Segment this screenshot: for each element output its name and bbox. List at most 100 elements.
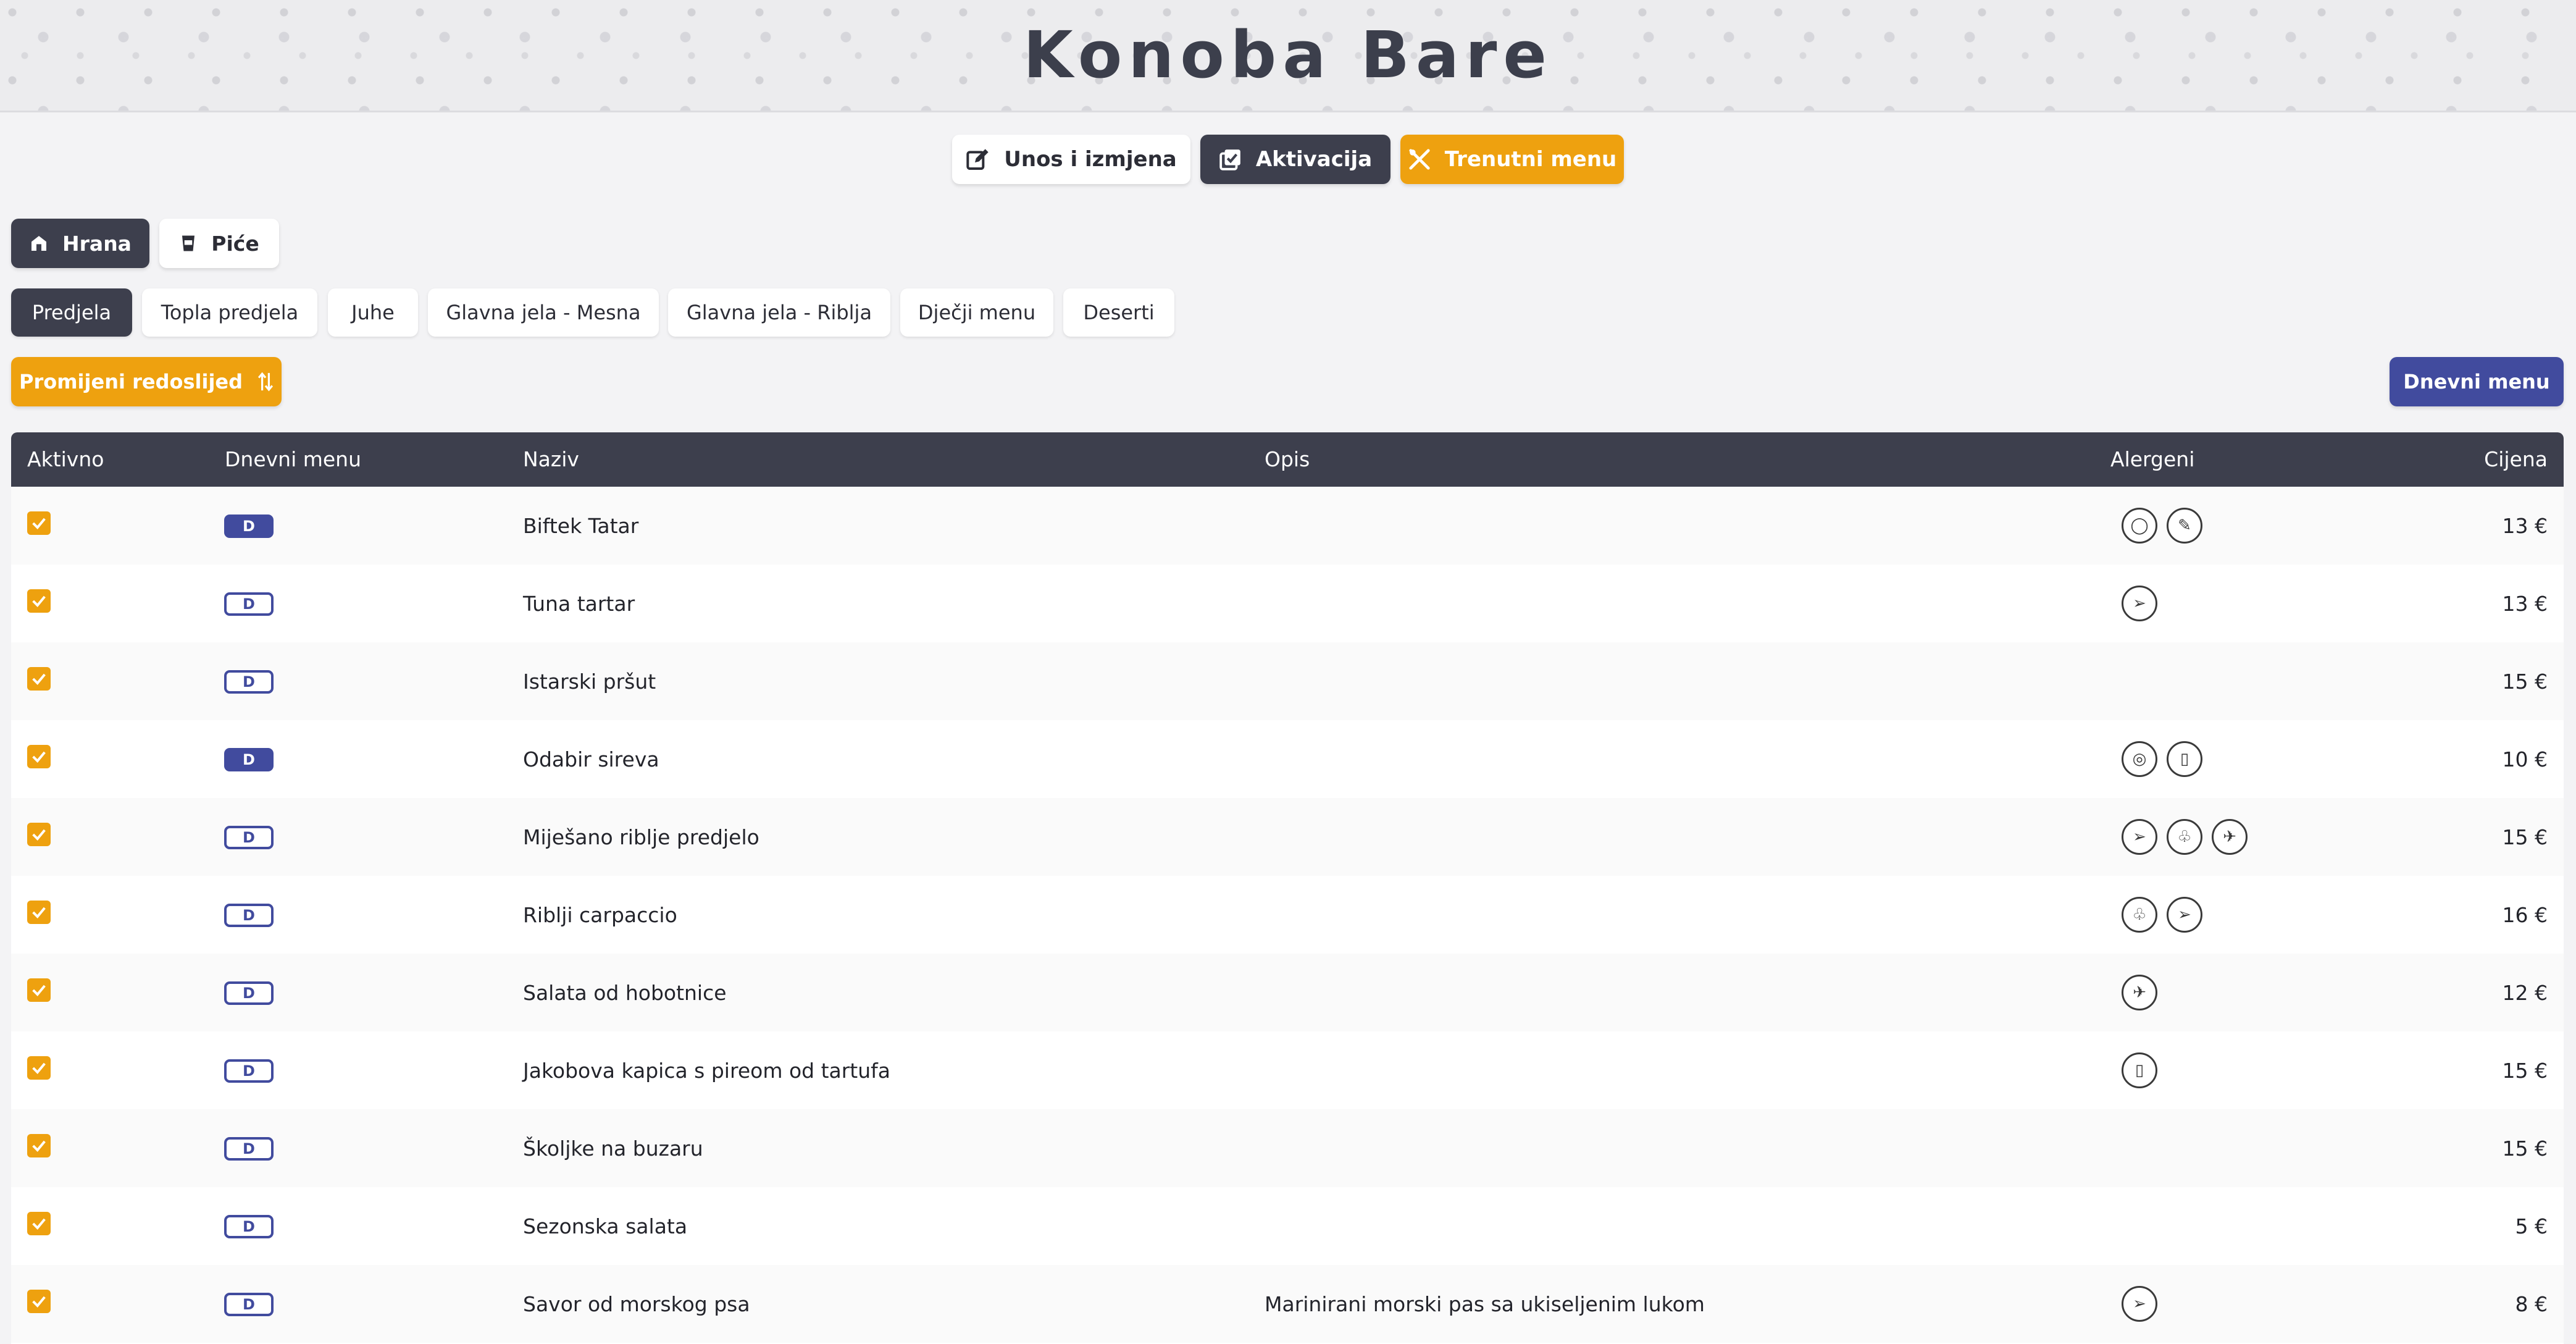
current-menu-button[interactable]: Trenutni menu: [1400, 135, 1624, 184]
edit-icon: [966, 149, 989, 170]
tab-deserti-label: Deserti: [1083, 301, 1155, 324]
tab-topla-predjela[interactable]: Topla predjela: [142, 288, 317, 337]
daily-menu-toggle[interactable]: D: [224, 1215, 274, 1238]
drink-icon: [182, 235, 195, 251]
item-name: Savor od morskog psa: [523, 1292, 750, 1316]
allergen-list: ➢ ♧ ✈: [2122, 819, 2257, 855]
item-name: Istarski pršut: [523, 670, 656, 694]
tab-food-label: Hrana: [62, 231, 132, 256]
daily-menu-toggle[interactable]: D: [224, 1059, 274, 1083]
mollusc-icon: ✈: [2212, 819, 2248, 855]
header-name: Naziv: [523, 447, 579, 471]
item-price: 13 €: [2502, 592, 2548, 616]
item-price: 5 €: [2515, 1214, 2548, 1238]
tab-djecji-menu-label: Dječji menu: [918, 301, 1036, 324]
daily-menu-toggle[interactable]: D: [224, 1137, 274, 1161]
checkmark-icon: [32, 985, 46, 996]
checkmark-icon: [32, 907, 46, 918]
tab-glavna-jela-mesna[interactable]: Glavna jela - Mesna: [428, 288, 659, 337]
fish-icon: ➢: [2122, 1286, 2157, 1322]
active-checkbox[interactable]: [27, 1290, 51, 1313]
item-name: Riblji carpaccio: [523, 903, 677, 927]
daily-menu-toggle[interactable]: D: [224, 514, 274, 538]
checkmark-icon: [32, 1140, 46, 1152]
table-row: D Odabir sireva ◎ ▯ 10 €: [11, 720, 2564, 798]
header-allergens: Alergeni: [2110, 447, 2195, 471]
tab-glavna-jela-riblja-label: Glavna jela - Riblja: [686, 301, 872, 324]
food-icon: [31, 236, 47, 251]
tab-glavna-jela-riblja[interactable]: Glavna jela - Riblja: [668, 288, 890, 337]
header-active: Aktivno: [27, 447, 104, 471]
fish-icon: ➢: [2167, 897, 2202, 933]
tab-topla-predjela-label: Topla predjela: [161, 301, 299, 324]
active-checkbox[interactable]: [27, 511, 51, 535]
active-checkbox[interactable]: [27, 823, 51, 846]
checkmark-icon: [32, 751, 46, 763]
item-price: 15 €: [2502, 1136, 2548, 1161]
tab-djecji-menu[interactable]: Dječji menu: [900, 288, 1053, 337]
cutlery-icon: [1409, 149, 1430, 170]
table-row: D Tuna tartar ➢ 13 €: [11, 565, 2564, 642]
active-checkbox[interactable]: [27, 1134, 51, 1157]
checkmark-icon: [32, 1218, 46, 1230]
active-checkbox[interactable]: [27, 745, 51, 768]
item-description: Marinirani morski pas sa ukiseljenim luk…: [1265, 1292, 1705, 1316]
checkmark-icon: [32, 673, 46, 685]
active-checkbox[interactable]: [27, 901, 51, 924]
table-row: D Istarski pršut 15 €: [11, 642, 2564, 720]
item-price: 15 €: [2502, 1059, 2548, 1083]
milk-icon: ▯: [2167, 741, 2202, 777]
active-checkbox[interactable]: [27, 978, 51, 1002]
active-checkbox[interactable]: [27, 1056, 51, 1080]
active-checkbox[interactable]: [27, 589, 51, 613]
edit-button[interactable]: Unos i izmjena: [952, 135, 1190, 184]
daily-menu-toggle[interactable]: D: [224, 1293, 274, 1316]
checkmark-icon: [32, 1296, 46, 1308]
tab-juhe[interactable]: Juhe: [328, 288, 418, 337]
daily-menu-button[interactable]: Dnevni menu: [2390, 357, 2564, 406]
crustacean-icon: ♧: [2122, 897, 2157, 933]
item-price: 15 €: [2502, 670, 2548, 694]
tab-food[interactable]: Hrana: [11, 219, 149, 268]
item-name: Školjke na buzaru: [523, 1136, 703, 1161]
activation-button[interactable]: Aktivacija: [1200, 135, 1390, 184]
item-name: Sezonska salata: [523, 1214, 688, 1238]
checkmark-icon: [32, 829, 46, 841]
table-row: D Savor od morskog psa Marinirani morski p…: [11, 1265, 2564, 1343]
table-header: Aktivno Dnevni menu Naziv Opis Alergeni …: [11, 432, 2564, 487]
allergen-list: ◎ ▯: [2122, 741, 2212, 777]
reorder-button[interactable]: Promijeni redoslijed: [11, 357, 282, 406]
tab-predjela[interactable]: Predjela: [11, 288, 132, 337]
item-name: Odabir sireva: [523, 747, 659, 771]
header-description: Opis: [1265, 447, 1310, 471]
table-row: D Školjke na buzaru 15 €: [11, 1109, 2564, 1187]
active-checkbox[interactable]: [27, 667, 51, 691]
daily-menu-toggle[interactable]: D: [224, 670, 274, 694]
fish-icon: ➢: [2122, 819, 2157, 855]
item-name: Jakobova kapica s pireom od tartufa: [523, 1059, 890, 1083]
active-checkbox[interactable]: [27, 1212, 51, 1235]
tab-juhe-label: Juhe: [351, 301, 395, 324]
daily-menu-toggle[interactable]: D: [224, 826, 274, 849]
table-row: D Riblji carpaccio ♧ ➢ 16 €: [11, 876, 2564, 954]
allergen-list: ➢: [2122, 1286, 2167, 1322]
crustacean-icon: ♧: [2167, 819, 2202, 855]
daily-menu-toggle[interactable]: D: [224, 748, 274, 771]
header-daily: Dnevni menu: [225, 447, 362, 471]
edit-button-label: Unos i izmjena: [1004, 147, 1177, 172]
item-price: 16 €: [2502, 903, 2548, 927]
daily-menu-toggle[interactable]: D: [224, 904, 274, 927]
checkmark-icon: [32, 518, 46, 529]
milk-icon: ▯: [2122, 1052, 2157, 1088]
app-title: Konoba Bare: [1023, 17, 1553, 93]
daily-menu-toggle[interactable]: D: [224, 592, 274, 616]
daily-menu-toggle[interactable]: D: [224, 981, 274, 1005]
table-row: D Biftek Tatar ◯ ✎ 13 €: [11, 487, 2564, 565]
tab-predjela-label: Predjela: [31, 301, 112, 324]
item-name: Biftek Tatar: [523, 514, 639, 538]
item-name: Tuna tartar: [523, 592, 635, 616]
item-price: 12 €: [2502, 981, 2548, 1005]
allergen-list: ✈: [2122, 975, 2167, 1010]
tab-drinks[interactable]: Piće: [159, 219, 279, 268]
tab-deserti[interactable]: Deserti: [1063, 288, 1174, 337]
